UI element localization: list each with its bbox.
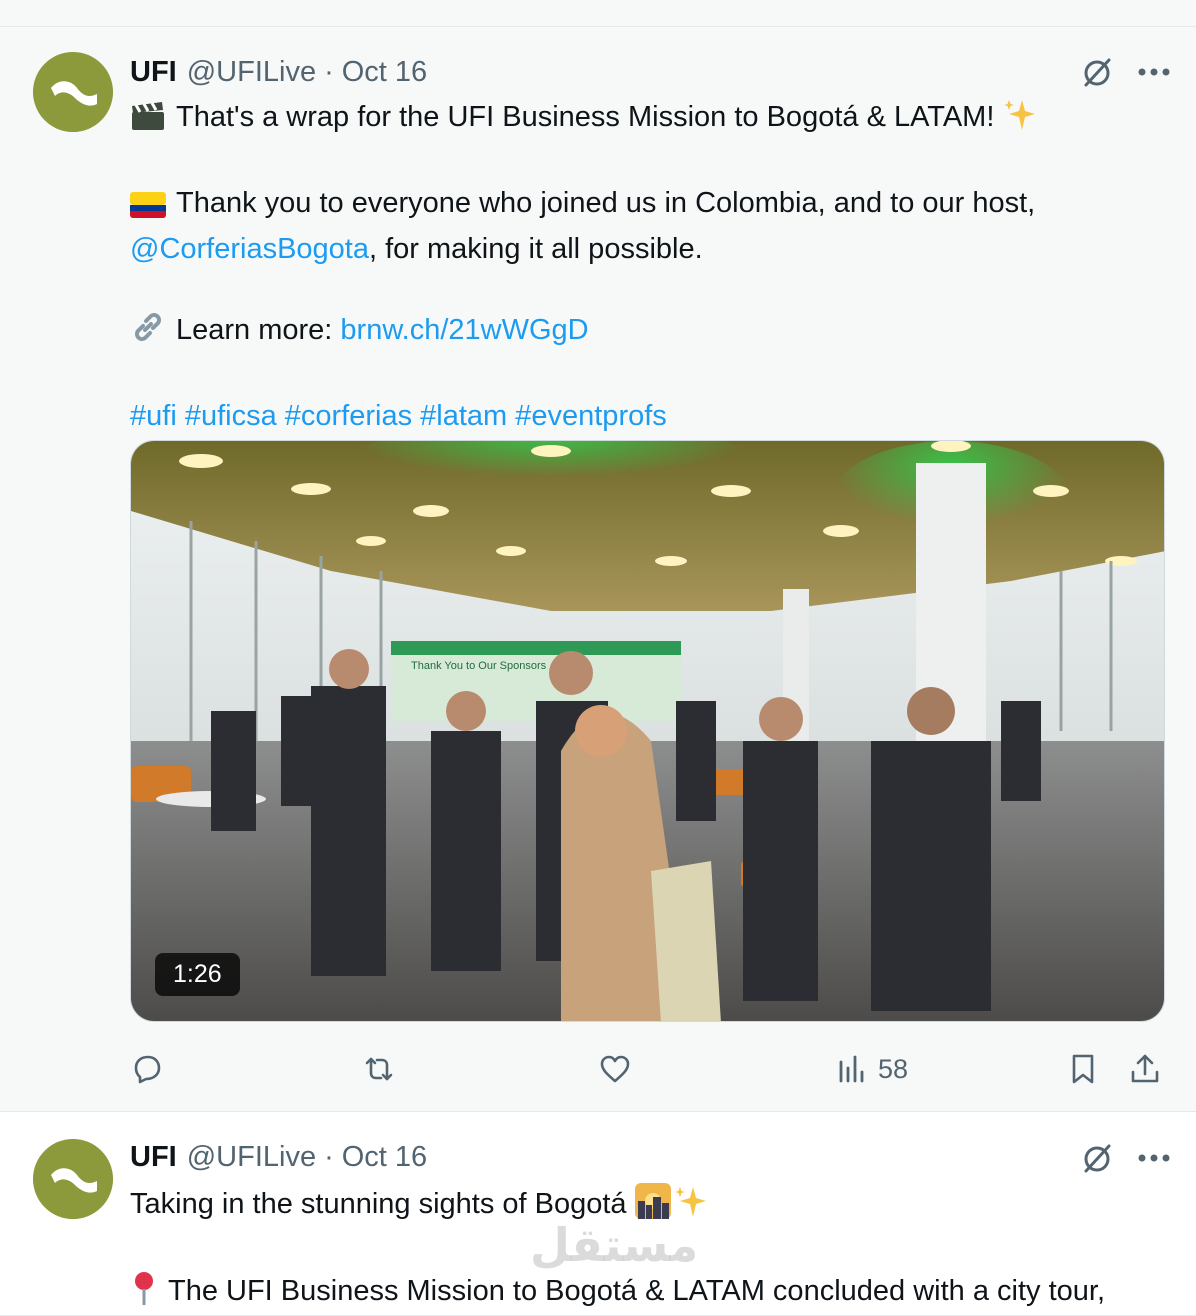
round-pushpin-icon [130,1270,158,1316]
tweet-line-text: Thank you to everyone who joined us in C… [176,187,1036,219]
views-icon [839,1055,864,1083]
author-name[interactable]: UFI [130,1141,177,1174]
avatar[interactable] [33,1139,113,1219]
tweet[interactable]: UFI @UFILive · Oct 16 That's a wrap for … [0,27,1196,1112]
video-banner-text: Thank You to Our Sponsors [411,660,547,672]
share-icon [1131,1054,1159,1083]
grok-icon[interactable] [1078,1139,1116,1177]
author-handle[interactable]: @UFILive [187,1141,316,1174]
separator-dot: · [324,1141,334,1173]
tweet-line-text: Taking in the stunning sights of Bogotá [130,1188,627,1220]
flag-colombia-icon [130,189,166,229]
tweet-line: That's a wrap for the UFI Business Missi… [130,97,1170,143]
heart-icon [600,1055,630,1083]
video-duration: 1:26 [155,953,240,996]
reply-icon [134,1055,161,1084]
mention-link[interactable]: @CorferiasBogota [130,233,369,265]
link-icon [130,309,166,356]
tweet-date[interactable]: Oct 16 [342,1141,427,1174]
tweet[interactable]: UFI @UFILive · Oct 16 Taking in the stun… [0,1112,1196,1316]
repost-button[interactable] [362,1047,396,1091]
ufi-logo-icon [33,52,113,132]
share-button[interactable] [1128,1047,1162,1091]
ufi-logo-icon [33,1139,113,1219]
tweet-date[interactable]: Oct 16 [342,56,427,89]
tweet-text: That's a wrap for the UFI Business Missi… [130,97,1170,476]
repost-icon [365,1057,393,1081]
tweet-header: UFI @UFILive · Oct 16 [130,56,427,89]
views-button[interactable]: 58 [834,1047,908,1091]
author-name[interactable]: UFI [130,56,177,89]
more-options-icon[interactable] [1134,1139,1174,1177]
tweet-header: UFI @UFILive · Oct 16 [130,1141,427,1174]
avatar[interactable] [33,52,113,132]
hashtags[interactable]: #ufi #uficsa #corferias #latam #eventpro… [130,396,1170,436]
reply-button[interactable] [130,1047,164,1091]
sparkles-icon [1002,98,1036,143]
tweet-line-text: The UFI Business Mission to Bogotá & LAT… [168,1275,1106,1307]
learn-more-link[interactable]: brnw.ch/21wWGgD [340,314,588,346]
grok-icon[interactable] [1078,53,1116,91]
video-thumbnail: Thank You to Our Sponsors [131,441,1164,1021]
separator-dot: · [324,56,334,88]
watermark: مستقل [530,1219,699,1271]
like-button[interactable] [598,1047,632,1091]
bookmark-button[interactable] [1066,1047,1100,1091]
views-count: 58 [878,1053,909,1084]
tweet-line: Learn more: brnw.ch/21wWGgD [130,309,1170,356]
tweet-line: Thank you to everyone who joined us in C… [130,183,1170,269]
more-options-icon[interactable] [1134,53,1174,91]
tweet-line-text: , for making it all possible. [369,233,703,265]
bookmark-icon [1072,1054,1094,1084]
action-bar: 58 [130,1047,1170,1091]
tweet-line-text: That's a wrap for the UFI Business Missi… [176,101,995,133]
tweet-line: The UFI Business Mission to Bogotá & LAT… [130,1270,1170,1316]
author-handle[interactable]: @UFILive [187,56,316,89]
learn-more-label: Learn more: [176,314,333,346]
video-player[interactable]: Thank You to Our Sponsors 1:26 [130,440,1165,1022]
top-strip [0,0,1196,27]
clapper-board-icon [130,100,166,143]
